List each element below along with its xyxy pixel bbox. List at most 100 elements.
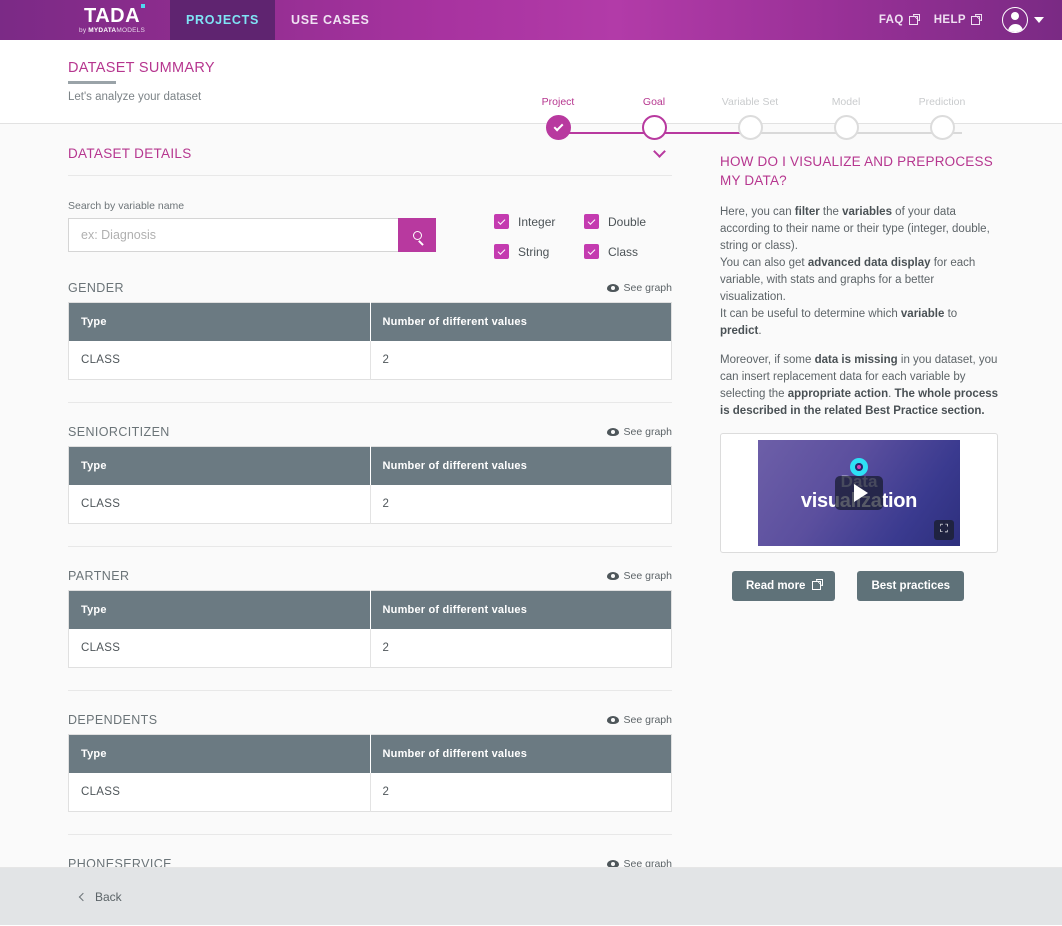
variable-name: PHONESERVICE xyxy=(68,857,172,867)
video-logo-icon xyxy=(850,457,868,476)
search-input[interactable] xyxy=(68,218,398,252)
search-button[interactable] xyxy=(398,218,436,252)
search-group xyxy=(68,218,436,252)
play-icon[interactable] xyxy=(835,475,883,510)
eye-icon xyxy=(606,572,619,580)
logo-tagline-rest: MODELS xyxy=(116,26,145,34)
see-graph-button[interactable]: See graph xyxy=(606,858,672,867)
stepper-step-variable-set[interactable]: Variable Set xyxy=(710,96,790,140)
check-icon xyxy=(553,121,563,131)
cell-distinct-count: 2 xyxy=(382,786,390,798)
help-paragraph-1: Here, you can filter the variables of yo… xyxy=(720,206,990,338)
nav-item-projects[interactable]: PROJECTS xyxy=(170,0,275,40)
table-row: CLASS 2 xyxy=(68,629,672,668)
workflow-stepper: Project Goal Variable Set Model Predicti… xyxy=(540,96,980,146)
help-paragraph-2: Moreover, if some data is missing in you… xyxy=(720,354,999,418)
variable-name: DEPENDENTS xyxy=(68,713,158,727)
nav-link-help[interactable]: HELP xyxy=(933,13,982,26)
nav-item-use-cases[interactable]: USE CASES xyxy=(275,0,386,40)
checkbox-checked-icon xyxy=(584,214,599,229)
external-link-icon xyxy=(971,13,982,25)
variable-block: GENDER See graph Type Number of different v… xyxy=(68,259,672,403)
table-header-row: Type Number of different values xyxy=(68,590,672,629)
table-row: CLASS 2 xyxy=(68,485,672,524)
best-practices-label: Best practices xyxy=(871,579,951,592)
page-subtitle: Let's analyze your dataset xyxy=(68,91,202,103)
video-thumbnail[interactable]: Data visualization ⛶ xyxy=(720,432,998,553)
cell-distinct-count: 2 xyxy=(382,642,390,654)
see-graph-button[interactable]: See graph xyxy=(606,570,672,582)
back-button[interactable]: Back xyxy=(78,889,122,904)
help-panel: HOW DO I VISUALIZE AND PREPROCESS MY DAT… xyxy=(700,124,1062,867)
stepper-label-project: Project xyxy=(541,96,575,108)
user-menu[interactable] xyxy=(1002,7,1044,33)
logo-tagline-bold: MYDATA xyxy=(88,26,117,34)
variable-name: GENDER xyxy=(68,281,124,295)
type-filter-checkboxes: Integer Double String Class xyxy=(494,214,674,259)
logo-wordmark: TADA xyxy=(83,3,146,27)
table-row: CLASS 2 xyxy=(68,773,672,812)
fullscreen-icon[interactable]: ⛶ xyxy=(934,519,954,540)
dataset-details-column: DATASET DETAILS Search by variable name … xyxy=(0,124,700,867)
see-graph-button[interactable]: See graph xyxy=(606,282,672,294)
filter-checkbox-double[interactable]: Double xyxy=(584,214,674,229)
column-header-distinct-count: Number of different values xyxy=(370,446,672,485)
filter-checkbox-string[interactable]: String xyxy=(494,244,584,259)
cell-type: CLASS xyxy=(68,773,371,812)
see-graph-button[interactable]: See graph xyxy=(606,714,672,726)
stepper-circle-model xyxy=(833,115,859,140)
stepper-step-goal[interactable]: Goal xyxy=(614,96,694,140)
cell-type: CLASS xyxy=(68,629,371,668)
column-header-distinct-count: Number of different values xyxy=(370,734,672,773)
cell-distinct-count: 2 xyxy=(382,498,390,510)
main-content: DATASET DETAILS Search by variable name … xyxy=(0,124,1062,868)
page-header: DATASET SUMMARY Let's analyze your datas… xyxy=(0,40,1062,140)
variable-name: PARTNER xyxy=(68,569,130,583)
filter-label-integer: Integer xyxy=(518,214,556,229)
logo-tagline-prefix: by xyxy=(79,26,89,34)
best-practices-button[interactable]: Best practices xyxy=(857,570,965,601)
help-panel-title: HOW DO I VISUALIZE AND PREPROCESS MY DAT… xyxy=(720,154,993,189)
page-header-text: DATASET SUMMARY Let's analyze your datas… xyxy=(68,60,215,103)
see-graph-label: See graph xyxy=(623,858,672,867)
stepper-label-prediction: Prediction xyxy=(918,96,966,108)
table-header-row: Type Number of different values xyxy=(68,446,672,485)
stepper-circle-prediction xyxy=(929,115,955,140)
see-graph-label: See graph xyxy=(623,426,672,438)
cell-type: CLASS xyxy=(68,485,371,524)
checkbox-checked-icon xyxy=(494,214,509,229)
column-header-type: Type xyxy=(68,446,371,485)
checkbox-checked-icon xyxy=(584,244,599,259)
variable-list: GENDER See graph Type Number of different v… xyxy=(68,259,672,867)
chevron-down-icon[interactable] xyxy=(653,144,666,158)
logo-accent-dot xyxy=(141,3,146,8)
see-graph-button[interactable]: See graph xyxy=(606,426,672,438)
variable-table: Type Number of different values CLASS 2 xyxy=(68,446,672,524)
filter-checkbox-integer[interactable]: Integer xyxy=(494,214,584,229)
logo-text: TADA xyxy=(83,4,141,27)
stepper-circle-goal xyxy=(641,115,667,140)
logo-tagline: by MYDATAMODELS xyxy=(79,26,145,35)
read-more-button[interactable]: Read more xyxy=(732,570,836,601)
variable-block: PARTNER See graph Type Number of different … xyxy=(68,547,672,691)
table-header-row: Type Number of different values xyxy=(68,302,672,341)
filter-checkbox-class[interactable]: Class xyxy=(584,244,674,259)
stepper-step-prediction[interactable]: Prediction xyxy=(902,96,982,140)
top-navigation-bar: TADA by MYDATAMODELS PROJECTS USE CASES … xyxy=(0,0,1062,40)
nav-link-help-label: HELP xyxy=(933,14,966,26)
cell-type: CLASS xyxy=(68,341,371,380)
external-link-icon xyxy=(908,13,920,25)
stepper-step-project[interactable]: Project xyxy=(518,96,598,140)
variable-table: Type Number of different values CLASS 2 xyxy=(68,302,672,380)
nav-link-faq[interactable]: FAQ xyxy=(878,13,920,26)
stepper-step-model[interactable]: Model xyxy=(806,96,886,140)
cell-distinct-count: 2 xyxy=(382,354,390,366)
back-button-label: Back xyxy=(95,889,122,904)
column-header-type: Type xyxy=(68,302,371,341)
see-graph-label: See graph xyxy=(623,714,672,726)
nav-link-faq-label: FAQ xyxy=(878,14,904,26)
filter-label-string: String xyxy=(518,244,550,259)
tada-logo[interactable]: TADA by MYDATAMODELS xyxy=(64,0,160,40)
variable-header: PHONESERVICE See graph xyxy=(68,857,672,867)
variable-header: SENIORCITIZEN See graph xyxy=(68,425,672,446)
